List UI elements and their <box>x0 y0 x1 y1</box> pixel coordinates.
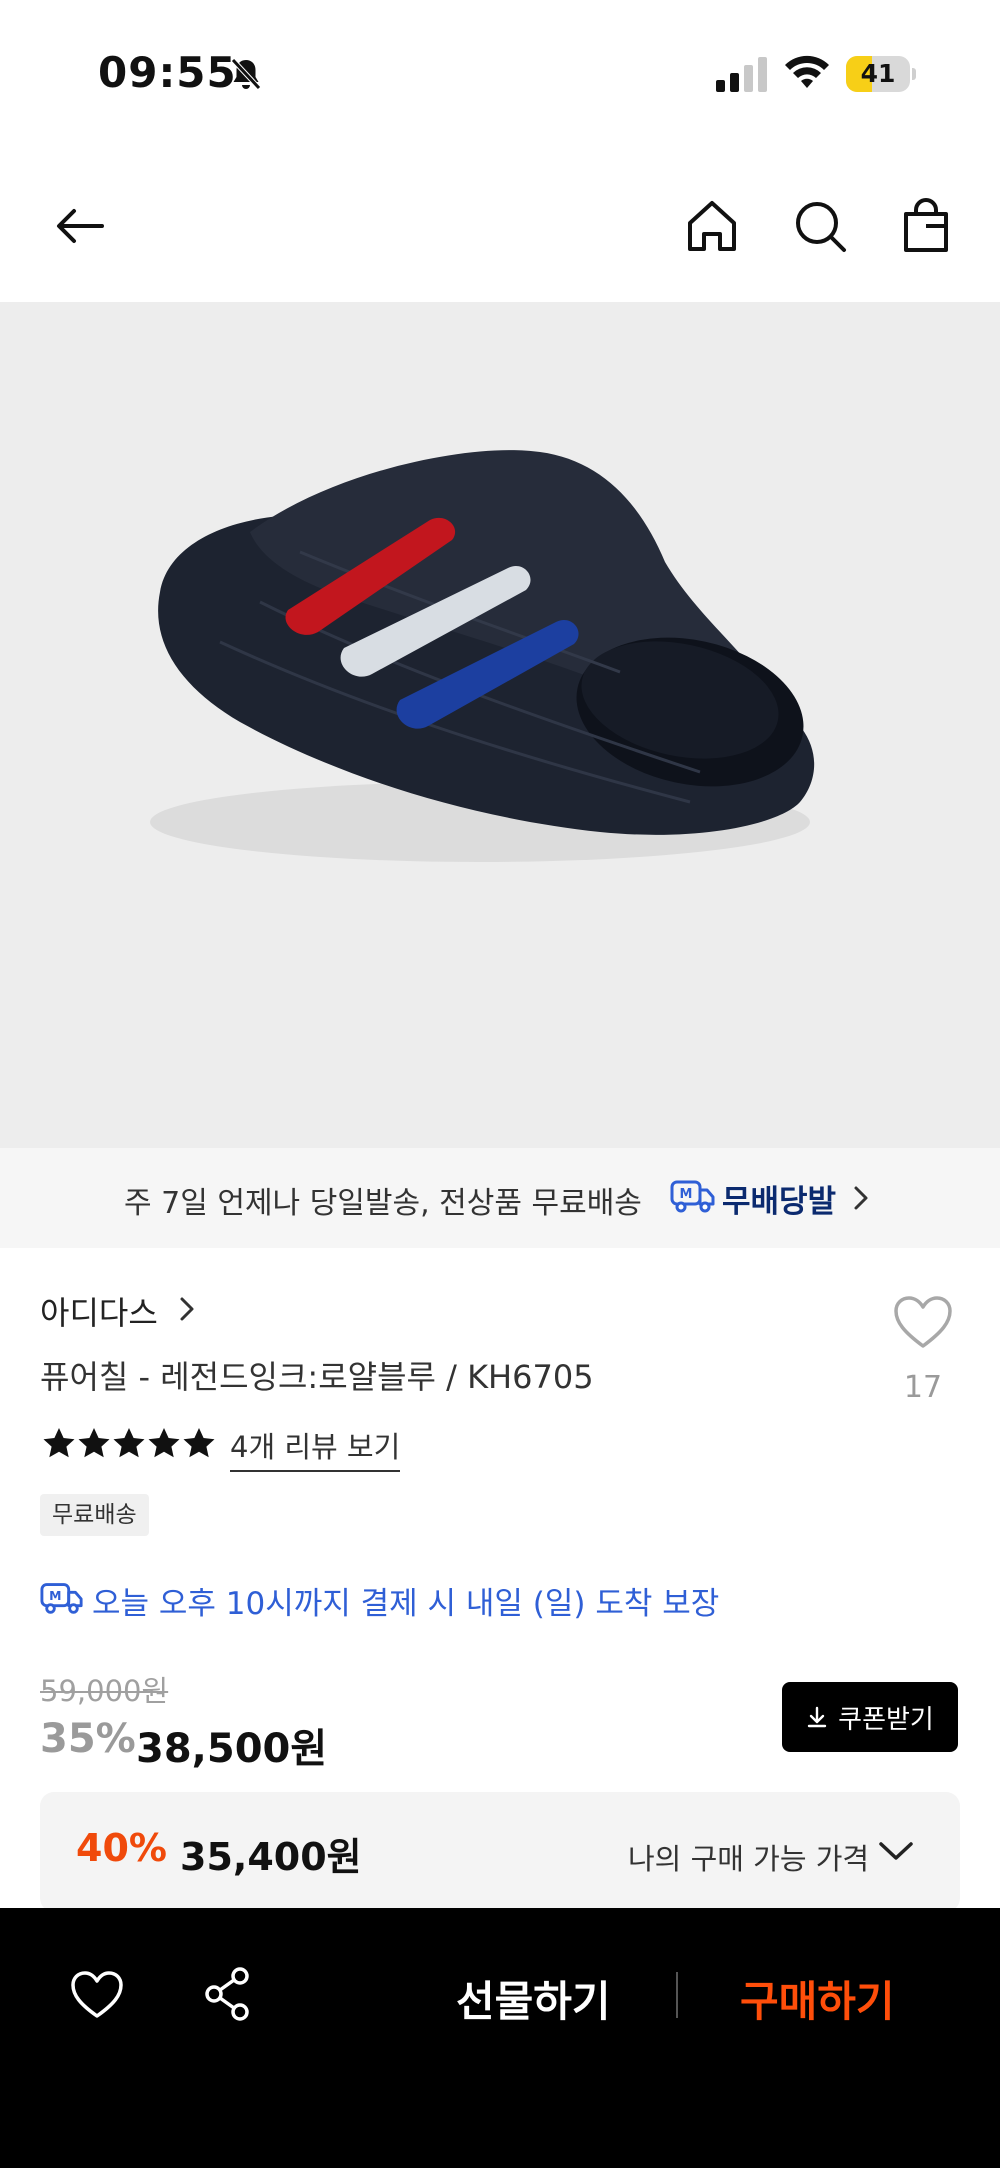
delivery-truck-icon: M <box>670 1180 715 1213</box>
bottom-action-bar: 선물하기 구매하기 <box>0 1908 1000 2168</box>
gift-button[interactable]: 선물하기 <box>456 1968 611 2029</box>
wish-count: 17 <box>903 1370 943 1405</box>
buy-button[interactable]: 구매하기 <box>740 1968 895 2029</box>
svg-text:M: M <box>680 1187 693 1202</box>
wifi-icon <box>785 55 829 88</box>
my-discount-rate: 40% <box>76 1826 167 1870</box>
search-icon[interactable] <box>790 196 850 256</box>
heart-icon[interactable] <box>70 1970 124 2020</box>
heart-icon[interactable] <box>892 1294 954 1350</box>
share-icon[interactable] <box>202 1966 252 2022</box>
chevron-right-icon <box>180 1297 194 1321</box>
delivery-truck-icon: M <box>40 1583 83 1614</box>
chevron-down-icon <box>879 1842 913 1860</box>
sale-price: 38,500원 <box>136 1726 328 1772</box>
home-icon[interactable] <box>682 196 742 256</box>
back-arrow-icon[interactable] <box>50 196 110 256</box>
review-link[interactable]: 4개 리뷰 보기 <box>230 1424 401 1472</box>
battery-level: 41 <box>860 59 896 88</box>
coupon-label: 쿠폰받기 <box>838 1704 934 1735</box>
my-price-label: 나의 구매 가능 가격 <box>628 1842 870 1876</box>
bell-slash-icon <box>231 58 261 90</box>
discount-rate: 35% <box>40 1716 136 1762</box>
rating-stars <box>43 1428 215 1458</box>
slide-sandal-illustration <box>150 450 815 862</box>
original-price: 59,000원 <box>40 1674 169 1708</box>
chevron-right-icon[interactable] <box>850 1182 872 1214</box>
download-icon <box>807 1706 827 1728</box>
delivery-note: 오늘 오후 10시까지 결제 시 내일 (일) 도착 보장 <box>92 1586 720 1622</box>
free-shipping-badge: 무료배송 <box>40 1494 149 1536</box>
status-bar: 09:55 41 <box>0 0 1000 150</box>
coupon-button[interactable]: 쿠폰받기 <box>782 1682 958 1752</box>
my-price: 35,400원 <box>180 1835 362 1879</box>
divider <box>676 1972 678 2018</box>
my-price-dropdown[interactable]: 40% 35,400원 나의 구매 가능 가격 <box>40 1792 960 1912</box>
brand-link[interactable]: 아디다스 <box>40 1288 194 1332</box>
shopping-bag-icon[interactable] <box>896 196 956 256</box>
product-title: 퓨어칠 - 레전드잉크:로얄블루 / KH6705 <box>40 1358 594 1396</box>
product-image[interactable] <box>0 302 1000 1148</box>
status-time: 09:55 <box>98 48 237 97</box>
battery-indicator: 41 <box>846 56 916 92</box>
banner-text: 주 7일 언제나 당일발송, 전상품 무료배송 <box>124 1186 642 1221</box>
banner-brand[interactable]: 무배당발 <box>722 1176 836 1221</box>
svg-text:M: M <box>49 1588 61 1603</box>
cellular-signal-icon <box>716 57 767 92</box>
brand-name: 아디다스 <box>40 1294 158 1332</box>
